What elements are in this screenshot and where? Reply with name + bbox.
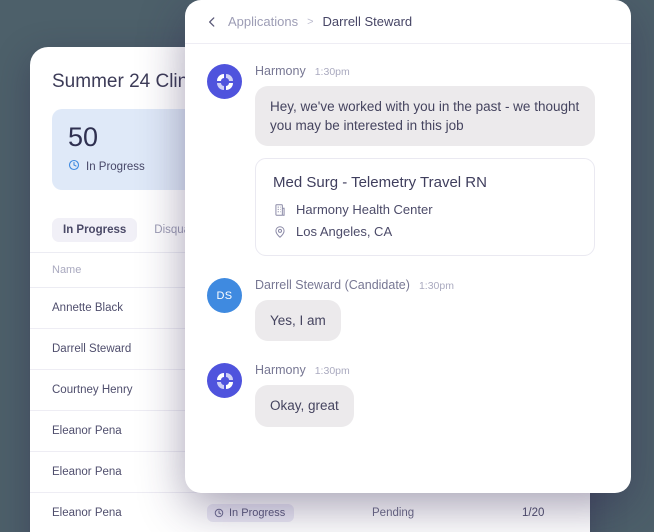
- message-author: Darrell Steward (Candidate): [255, 278, 410, 293]
- message-list: Harmony 1:30pm Hey, we've worked with you …: [185, 44, 631, 493]
- message-column: Darrell Steward (Candidate) 1:30pm Yes, I …: [255, 278, 609, 342]
- cell-name: Eleanor Pena: [30, 492, 185, 532]
- job-location: Los Angeles, CA: [296, 224, 393, 240]
- message-column: Harmony 1:30pm Okay, great: [255, 363, 609, 427]
- chevron-left-icon[interactable]: [205, 15, 219, 29]
- message-author: Harmony: [255, 363, 306, 378]
- stat-label: In Progress: [86, 161, 145, 174]
- cell-count: 1/20: [500, 492, 590, 532]
- message-timestamp: 1:30pm: [314, 365, 350, 378]
- message-group: Harmony 1:30pm Okay, great: [207, 363, 609, 427]
- message-bubble: Yes, I am: [255, 300, 341, 342]
- message-timestamp: 1:30pm: [314, 66, 350, 78]
- avatar: [207, 363, 242, 399]
- message-timestamp: 1:30pm: [418, 280, 454, 293]
- cell-status: In Progress: [185, 492, 350, 532]
- harmony-logo-icon: [216, 372, 233, 389]
- breadcrumb-separator: >: [307, 15, 314, 28]
- job-title: Med Surg - Telemetry Travel RN: [273, 174, 487, 192]
- cell-name: Darrell Steward: [30, 328, 185, 371]
- cell-name: Eleanor Pena: [30, 451, 185, 494]
- message-bubble: Hey, we've worked with you in the past -…: [255, 86, 595, 147]
- avatar-initials: DS: [216, 289, 233, 302]
- message-group: DS Darrell Steward (Candidate) 1:30pm Yes, …: [207, 278, 609, 342]
- candidate-chat-modal: Applications > Darrell Steward Harmony 1:…: [185, 0, 631, 493]
- avatar: [207, 64, 242, 99]
- clock-icon: [214, 509, 224, 518]
- job-company-row: Harmony Health Center: [273, 202, 577, 217]
- tab-in-progress[interactable]: In Progress: [52, 218, 138, 243]
- building-icon: [275, 204, 285, 216]
- table-row[interactable]: Eleanor Pena In Progress Pending1/20: [30, 492, 590, 532]
- clock-icon: [68, 158, 80, 176]
- message-meta: Darrell Steward (Candidate) 1:30pm: [255, 278, 609, 292]
- status-badge-label: In Progress: [229, 507, 286, 520]
- message-meta: Harmony 1:30pm: [255, 64, 609, 78]
- cell-name: Courtney Henry: [30, 369, 185, 412]
- status-badge: In Progress: [207, 504, 295, 523]
- message-column: Harmony 1:30pm Hey, we've worked with you …: [255, 64, 609, 257]
- column-header-name: Name: [30, 253, 185, 289]
- job-location-row: Los Angeles, CA: [273, 224, 577, 239]
- job-company: Harmony Health Center: [296, 202, 433, 218]
- message-bubble: Okay, great: [255, 385, 354, 427]
- avatar: DS: [207, 278, 242, 314]
- map-pin-icon: [275, 226, 285, 238]
- cell-stage: Pending: [350, 492, 500, 532]
- breadcrumb-current: Darrell Steward: [322, 14, 413, 29]
- message-author: Harmony: [255, 64, 306, 78]
- message-meta: Harmony 1:30pm: [255, 363, 609, 377]
- breadcrumb: Applications > Darrell Steward: [185, 0, 631, 44]
- message-group: Harmony 1:30pm Hey, we've worked with you …: [207, 64, 609, 257]
- breadcrumb-applications[interactable]: Applications: [228, 14, 298, 29]
- job-card[interactable]: Med Surg - Telemetry Travel RN Harmony He…: [255, 158, 595, 257]
- harmony-logo-icon: [216, 73, 233, 90]
- cell-name: Annette Black: [30, 287, 185, 330]
- cell-name: Eleanor Pena: [30, 410, 185, 453]
